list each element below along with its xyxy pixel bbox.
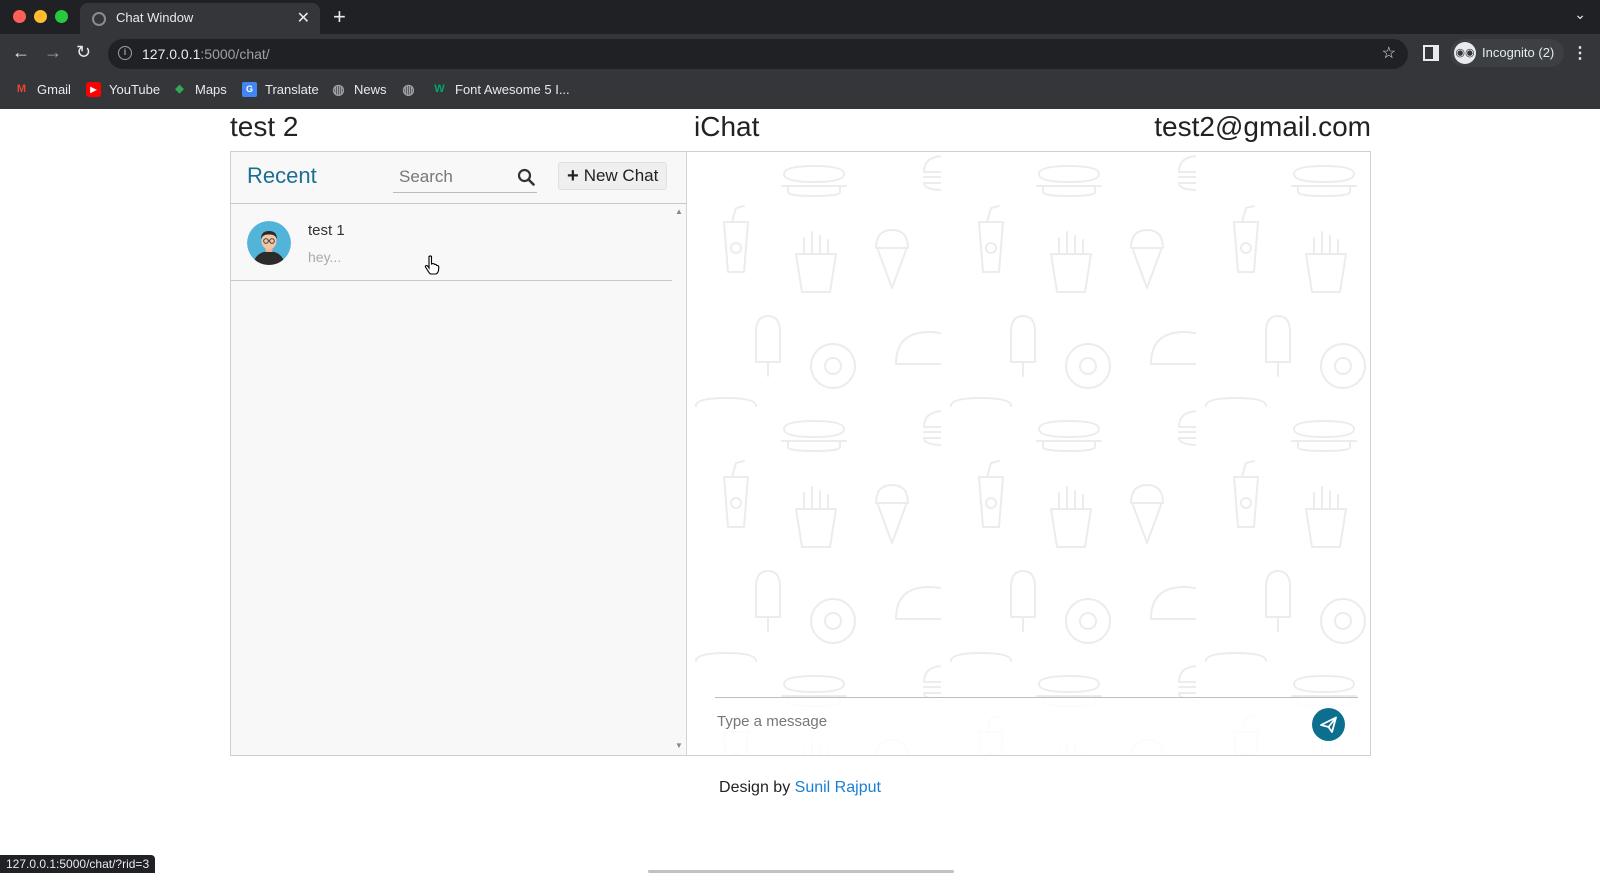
- tab-title: Chat Window: [116, 10, 194, 25]
- avatar: [247, 221, 291, 265]
- bookmark-label: Gmail: [37, 82, 71, 97]
- chat-list-item[interactable]: test 1 hey...: [231, 205, 672, 281]
- chat-list-scrollbar[interactable]: ▲ ▼: [672, 205, 686, 755]
- scroll-down-icon[interactable]: ▼: [675, 741, 683, 750]
- globe-icon: ◍: [402, 81, 415, 97]
- url-text[interactable]: 127.0.0.1:5000/chat/: [142, 46, 270, 62]
- close-window-button[interactable]: [13, 10, 26, 23]
- bookmark-maps[interactable]: ◆ Maps: [172, 82, 227, 97]
- bookmark-label: Translate: [265, 82, 319, 97]
- bookmark-star-icon[interactable]: ☆: [1382, 43, 1396, 63]
- minimize-window-button[interactable]: [34, 10, 47, 23]
- bookmark-label: YouTube: [109, 82, 161, 97]
- footer-prefix: Design by: [719, 779, 791, 796]
- incognito-badge[interactable]: ◉◉ Incognito (2): [1450, 39, 1565, 67]
- bookmark-label: Maps: [195, 82, 227, 97]
- chat-contact-name: test 1: [308, 222, 345, 239]
- bookmark-youtube[interactable]: ▶ YouTube: [86, 82, 160, 97]
- recent-title: Recent: [247, 163, 317, 188]
- browser-tab-bar: Chat Window ✕ + ⌄: [0, 0, 1600, 34]
- globe-icon: ◍: [332, 81, 345, 97]
- new-tab-button[interactable]: +: [333, 4, 346, 30]
- close-tab-icon[interactable]: ✕: [297, 8, 310, 28]
- bookmark-translate[interactable]: G Translate: [242, 82, 319, 97]
- bookmark-untitled[interactable]: ◍: [401, 82, 416, 97]
- plus-icon: +: [567, 165, 579, 187]
- new-chat-label: New Chat: [583, 166, 659, 185]
- chat-list: test 1 hey...: [231, 205, 672, 755]
- url-host: 127.0.0.1: [142, 46, 201, 62]
- youtube-icon: ▶: [86, 82, 101, 97]
- send-button[interactable]: [1312, 708, 1345, 741]
- paper-plane-icon: [1320, 716, 1337, 733]
- incognito-label: Incognito (2): [1482, 45, 1555, 60]
- conversation-pane: [688, 152, 1370, 755]
- search-input[interactable]: [393, 162, 509, 192]
- bookmark-label: News: [354, 82, 387, 97]
- footer-author-link[interactable]: Sunil Rajput: [795, 779, 881, 796]
- current-user-name: test 2: [230, 111, 299, 142]
- food-doodle-background: [688, 152, 1370, 755]
- sidebar-header: Recent + New Chat: [231, 152, 686, 204]
- message-composer: [715, 697, 1358, 755]
- side-panel-icon[interactable]: [1423, 45, 1439, 61]
- page-footer: Design by Sunil Rajput: [0, 779, 1600, 797]
- new-chat-button[interactable]: + New Chat: [558, 162, 668, 190]
- chat-container: Recent + New Chat: [230, 151, 1371, 756]
- forward-button[interactable]: →: [44, 42, 62, 63]
- address-bar[interactable]: i 127.0.0.1:5000/chat/ ☆: [108, 39, 1408, 69]
- url-path: :5000/chat/: [200, 46, 270, 62]
- message-input[interactable]: [715, 706, 1275, 736]
- search-box: [393, 162, 537, 193]
- scroll-up-icon[interactable]: ▲: [675, 207, 683, 216]
- gmail-icon: M: [16, 83, 27, 95]
- chat-last-message: hey...: [308, 249, 342, 265]
- app-title: iChat: [694, 111, 760, 142]
- bookmark-label: Font Awesome 5 I...: [455, 82, 570, 97]
- maps-icon: ◆: [175, 83, 184, 95]
- globe-icon: [92, 12, 106, 26]
- page: test 2 iChat test2@gmail.com Recent + Ne…: [0, 109, 1600, 873]
- browser-menu-icon[interactable]: ⋮: [1572, 43, 1588, 63]
- site-info-icon[interactable]: i: [118, 46, 132, 60]
- bookmark-news[interactable]: ◍ News: [331, 81, 387, 98]
- search-icon[interactable]: [517, 168, 535, 186]
- link-status-bar: 127.0.0.1:5000/chat/?rid=3: [0, 855, 156, 873]
- font-awesome-icon: W: [434, 83, 445, 95]
- chat-sidebar: Recent + New Chat: [231, 152, 687, 755]
- user-avatar-icon: [247, 221, 291, 265]
- maximize-window-button[interactable]: [55, 10, 68, 23]
- back-button[interactable]: ←: [12, 42, 30, 63]
- bookmark-font-awesome[interactable]: W Font Awesome 5 I...: [432, 82, 570, 97]
- browser-tab[interactable]: Chat Window ✕: [80, 3, 320, 34]
- translate-icon: G: [242, 82, 257, 97]
- hand-cursor-icon: [424, 255, 440, 275]
- reload-button[interactable]: ↻: [76, 42, 91, 63]
- current-user-email: test2@gmail.com: [1154, 111, 1371, 142]
- bookmarks-bar: M Gmail ▶ YouTube ◆ Maps G Translate ◍ N…: [0, 74, 1600, 109]
- browser-toolbar: ← → ↻ i 127.0.0.1:5000/chat/ ☆ ◉◉ Incogn…: [0, 34, 1600, 74]
- incognito-icon: ◉◉: [1454, 42, 1476, 64]
- bookmark-gmail[interactable]: M Gmail: [14, 82, 71, 97]
- tab-search-chevron-icon[interactable]: ⌄: [1574, 6, 1586, 23]
